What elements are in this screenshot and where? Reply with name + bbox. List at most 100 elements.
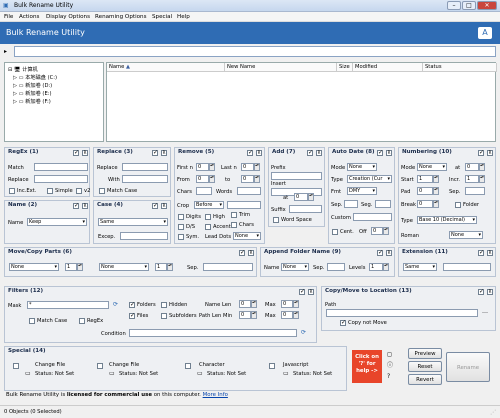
at-input[interactable]: 0 xyxy=(465,163,479,171)
regex-match-input[interactable] xyxy=(34,163,88,171)
regex-checkbox[interactable] xyxy=(79,318,85,324)
levels-input[interactable]: 1 xyxy=(369,263,383,271)
lastn-spinner[interactable]: ▴▾ xyxy=(254,163,260,171)
namelen-max-input[interactable]: 0 xyxy=(281,300,293,308)
menu-help[interactable]: Help xyxy=(177,14,190,20)
custom-input[interactable] xyxy=(353,213,392,221)
more-info-link[interactable]: More Info xyxy=(203,392,228,398)
off-spinner[interactable]: ▴▾ xyxy=(383,227,389,235)
appendfolder-sep-input[interactable] xyxy=(327,263,345,271)
firstn-input[interactable]: 0 xyxy=(196,163,209,171)
mode-select[interactable]: None xyxy=(417,163,447,171)
folder-tree[interactable]: ⊟ 🖥 计算机 ▷ ▭ 本地磁盘 (C:) ▷ ▭ 新加卷 (D:) ▷ ▭ 新… xyxy=(4,62,104,142)
remove-enable-checkbox[interactable] xyxy=(247,149,253,156)
column-new-name[interactable]: New Name xyxy=(225,63,337,72)
sep-input[interactable] xyxy=(465,187,485,195)
crop-input[interactable] xyxy=(227,201,261,209)
copymove-path-input[interactable] xyxy=(326,309,478,317)
accents-checkbox[interactable] xyxy=(205,224,211,230)
wordspace-checkbox[interactable] xyxy=(273,217,279,223)
folder-checkbox[interactable] xyxy=(455,202,461,208)
leaddots-select[interactable]: None xyxy=(233,232,261,240)
sym-checkbox[interactable] xyxy=(178,234,184,240)
info-icon[interactable]: ⓘ xyxy=(387,363,393,369)
extension-input[interactable] xyxy=(443,263,491,271)
lastn-input[interactable]: 0 xyxy=(241,163,254,171)
name-enable-checkbox[interactable] xyxy=(73,202,79,209)
fmt-select[interactable]: DMY xyxy=(347,187,377,195)
subfolders-checkbox[interactable] xyxy=(161,313,167,319)
trim-checkbox[interactable] xyxy=(231,212,237,218)
replace-input[interactable] xyxy=(122,163,168,171)
column-name[interactable]: Name ▲ xyxy=(107,63,225,72)
remove-reset-button[interactable]: R xyxy=(256,150,262,156)
off-input[interactable]: 0 xyxy=(371,227,383,235)
matchcase-checkbox[interactable] xyxy=(99,188,105,194)
movecopy-enable-checkbox[interactable] xyxy=(239,249,245,256)
seg-input[interactable] xyxy=(375,200,391,208)
refresh-icon[interactable]: ⟳ xyxy=(301,330,306,336)
file-list[interactable]: Name ▲ New Name Size Modified Status xyxy=(106,62,497,142)
name-select[interactable]: Keep xyxy=(27,218,87,226)
type-select[interactable]: Base 10 (Decimal) xyxy=(417,216,477,224)
pad-input[interactable]: 0 xyxy=(417,187,433,195)
with-input[interactable] xyxy=(122,175,168,183)
v2-checkbox[interactable] xyxy=(76,188,82,194)
high-checkbox[interactable] xyxy=(205,214,211,220)
add-enable-checkbox[interactable] xyxy=(307,149,313,156)
column-size[interactable]: Size xyxy=(337,63,353,72)
movecopy-spinner-1[interactable]: ▴▾ xyxy=(77,263,83,271)
pathlen-max-spinner[interactable]: ▴▾ xyxy=(293,311,299,319)
namelen-min-input[interactable]: 0 xyxy=(239,300,251,308)
type-select[interactable]: Creation (Cur xyxy=(347,175,392,183)
break-spinner[interactable]: ▴▾ xyxy=(433,200,439,208)
case-select[interactable]: Same xyxy=(98,218,168,226)
roman-select[interactable]: None xyxy=(449,231,483,239)
break-input[interactable]: 0 xyxy=(417,200,433,208)
at-input[interactable]: 0 xyxy=(294,193,308,201)
movecopy-count-1[interactable]: 1 xyxy=(65,263,77,271)
menu-actions[interactable]: Actions xyxy=(19,14,39,20)
suffix-input[interactable] xyxy=(289,205,322,213)
menu-special[interactable]: Special xyxy=(152,14,172,20)
status-icon[interactable]: ▭ xyxy=(25,371,31,377)
from-input[interactable]: 0 xyxy=(196,175,209,183)
autodate-enable-checkbox[interactable] xyxy=(377,149,383,156)
numbering-reset-button[interactable]: R xyxy=(487,150,493,156)
special-checkbox-1[interactable] xyxy=(13,363,19,369)
tree-item-d[interactable]: ▷ ▭ 新加卷 (D:) xyxy=(13,82,52,89)
movecopy-sep-input[interactable] xyxy=(203,263,253,271)
firstn-spinner[interactable]: ▴▾ xyxy=(209,163,215,171)
regex-reset-button[interactable]: R xyxy=(82,150,88,156)
reset-button[interactable]: Reset xyxy=(408,361,442,372)
namelen-min-spinner[interactable]: ▴▾ xyxy=(251,300,257,308)
movecopy-select-1[interactable]: None xyxy=(9,263,59,271)
ds-checkbox[interactable] xyxy=(178,224,184,230)
status-icon[interactable]: ▭ xyxy=(197,371,203,377)
revert-button[interactable]: Revert xyxy=(408,374,442,385)
status-icon[interactable]: ▭ xyxy=(283,371,289,377)
special-checkbox-4[interactable] xyxy=(269,363,275,369)
regex-enable-checkbox[interactable] xyxy=(73,149,79,156)
to-spinner[interactable]: ▴▾ xyxy=(254,175,260,183)
path-input[interactable] xyxy=(14,46,496,57)
pin-icon[interactable]: ◻ xyxy=(387,352,392,358)
copymove-enable-checkbox[interactable] xyxy=(478,288,484,295)
mode-select[interactable]: None xyxy=(347,163,377,171)
chars-checkbox[interactable] xyxy=(231,222,237,228)
column-modified[interactable]: Modified xyxy=(353,63,423,72)
copymove-reset-button[interactable]: R xyxy=(487,289,493,295)
browse-icon[interactable]: … xyxy=(482,309,488,315)
refresh-icon[interactable]: ⟳ xyxy=(113,302,118,308)
incr-input[interactable]: 1 xyxy=(465,175,479,183)
prefix-input[interactable] xyxy=(271,172,322,180)
movecopy-select-2[interactable]: None xyxy=(99,263,149,271)
extension-enable-checkbox[interactable] xyxy=(478,249,484,256)
folders-checkbox[interactable] xyxy=(129,301,135,308)
cent-checkbox[interactable] xyxy=(332,229,338,235)
tree-root[interactable]: ⊟ 🖥 计算机 xyxy=(8,66,38,73)
crop-select[interactable]: Before xyxy=(194,201,224,209)
at-spinner[interactable]: ▴▾ xyxy=(479,163,485,171)
tree-item-e[interactable]: ▷ ▭ 新加卷 (E:) xyxy=(13,90,52,97)
tree-item-c[interactable]: ▷ ▭ 本地磁盘 (C:) xyxy=(13,74,57,81)
